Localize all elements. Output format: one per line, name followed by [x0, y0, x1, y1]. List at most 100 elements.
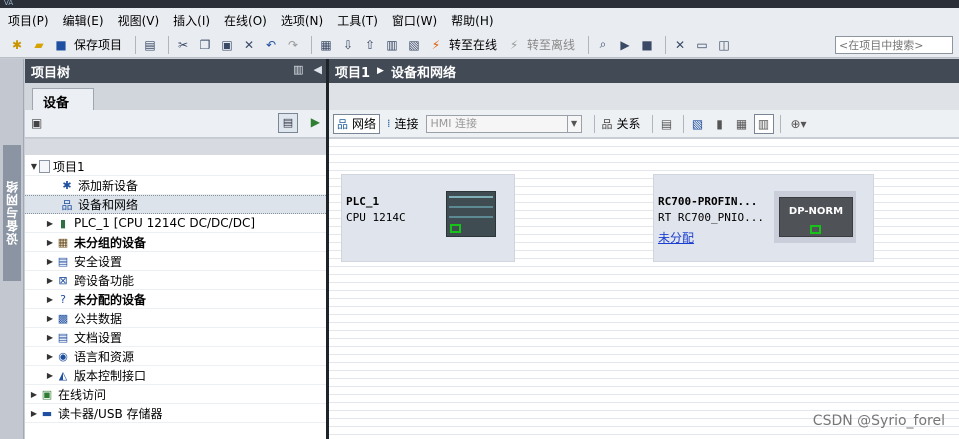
dp-norm-module[interactable]: DP-NORM: [779, 197, 853, 237]
profinet-port-icon[interactable]: [450, 224, 461, 233]
network-canvas[interactable]: PLC_1 CPU 1214C RC700-PROFIN... RT RC700…: [329, 139, 959, 439]
cross-reference-icon[interactable]: ✕: [671, 36, 689, 54]
breadcrumb-project[interactable]: 项目1: [335, 62, 370, 81]
collapsed-arrow-icon[interactable]: ▶: [45, 371, 55, 380]
connection-mode-button[interactable]: ⁞ 连接: [384, 114, 422, 134]
project-tree-tabs: 设备: [25, 83, 326, 111]
tree-item-unassigned-devices[interactable]: ▶ ? 未分配的设备: [25, 290, 326, 309]
start-cpu-icon[interactable]: ▶: [616, 36, 634, 54]
unassigned-link[interactable]: 未分配: [658, 229, 694, 246]
device-rc700[interactable]: RC700-PROFIN... RT RC700_PNIO... 未分配 DP-…: [653, 174, 874, 262]
expanded-arrow-icon[interactable]: ▼: [29, 162, 39, 171]
tree-item-card-reader[interactable]: ▶ ▬ 读卡器/USB 存储器: [25, 404, 326, 423]
new-project-icon[interactable]: ✱: [8, 36, 26, 54]
table-view-icon[interactable]: ▥: [753, 113, 774, 134]
profinet-port-icon[interactable]: [810, 225, 821, 234]
copy-icon[interactable]: ❐: [196, 36, 214, 54]
connection-type-select[interactable]: HMI 连接 ▼: [425, 114, 582, 133]
relation-button[interactable]: 品 关系: [599, 114, 644, 134]
collapsed-arrow-icon[interactable]: ▶: [29, 409, 39, 418]
menu-online[interactable]: 在线(O): [224, 12, 267, 29]
plc-module-icon[interactable]: [446, 191, 496, 237]
toolbar-separator: [665, 35, 667, 54]
online-config-icon[interactable]: ▧: [405, 36, 423, 54]
menu-window[interactable]: 窗口(W): [392, 12, 437, 29]
device-type: RT RC700_PNIO...: [658, 211, 764, 224]
tree-item-common-data[interactable]: ▶ ▩ 公共数据: [25, 309, 326, 328]
overview-view-icon[interactable]: ▤: [278, 113, 298, 133]
download-icon[interactable]: ⇩: [339, 36, 357, 54]
device-plc[interactable]: PLC_1 CPU 1214C: [341, 174, 515, 262]
toolbar-separator: [651, 114, 653, 133]
chevron-down-icon: ▼: [566, 115, 581, 132]
menu-tools[interactable]: 工具(T): [337, 12, 378, 29]
tree-item-cross-device[interactable]: ▶ ⊠ 跨设备功能: [25, 271, 326, 290]
version-control-icon: ◭: [58, 368, 68, 382]
collapse-panel-icon[interactable]: ◀: [314, 63, 322, 76]
menu-view[interactable]: 视图(V): [118, 12, 160, 29]
page-break-icon[interactable]: ▮: [710, 114, 730, 134]
paste-icon[interactable]: ▣: [218, 36, 236, 54]
collapsed-arrow-icon[interactable]: ▶: [45, 219, 55, 228]
simulation-icon[interactable]: ▥: [383, 36, 401, 54]
connection-icon: ⁞: [387, 117, 391, 130]
menu-project[interactable]: 项目(P): [8, 12, 49, 29]
go-offline-icon[interactable]: ⚡: [505, 36, 523, 54]
go-online-button[interactable]: 转至在线: [449, 36, 497, 53]
go-offline-button[interactable]: 转至离线: [527, 36, 575, 53]
tree-item-version-control[interactable]: ▶ ◭ 版本控制接口: [25, 366, 326, 385]
save-project-button[interactable]: 保存项目: [74, 36, 122, 53]
accessible-devices-icon[interactable]: ⌕: [594, 36, 612, 54]
menu-edit[interactable]: 编辑(E): [63, 12, 104, 29]
collapsed-arrow-icon[interactable]: ▶: [45, 333, 55, 342]
show-addresses-icon[interactable]: ▧: [688, 114, 708, 134]
toolbar-separator: [588, 35, 590, 54]
redo-icon[interactable]: ↷: [284, 36, 302, 54]
network-mode-button[interactable]: 品 网络: [333, 113, 381, 134]
tree-item-add-device[interactable]: ✱ 添加新设备: [25, 176, 326, 195]
view-options-icon[interactable]: ▣: [31, 116, 42, 130]
device-name-icon[interactable]: ▤: [657, 114, 677, 134]
collapsed-arrow-icon[interactable]: ▶: [45, 276, 55, 285]
zoom-icon[interactable]: ⊕▾: [785, 114, 813, 134]
collapsed-arrow-icon[interactable]: ▶: [29, 390, 39, 399]
project-search-input[interactable]: [835, 36, 953, 54]
go-online-icon[interactable]: ⚡: [427, 36, 445, 54]
collapsed-arrow-icon[interactable]: ▶: [45, 295, 55, 304]
title-bar: VA: [0, 0, 959, 8]
cut-icon[interactable]: ✂: [174, 36, 192, 54]
panel-pin-icon[interactable]: ▥: [293, 63, 303, 76]
cross-device-icon: ⊠: [58, 273, 68, 287]
tree-item-document-settings[interactable]: ▶ ▤ 文档设置: [25, 328, 326, 347]
tree-item-devices-networks[interactable]: 品 设备和网络: [25, 195, 326, 214]
split-vertical-icon[interactable]: ◫: [715, 36, 733, 54]
undo-icon[interactable]: ↶: [262, 36, 280, 54]
menu-insert[interactable]: 插入(I): [173, 12, 210, 29]
relation-icon: 品: [601, 117, 613, 131]
stop-cpu-icon[interactable]: ■: [638, 36, 656, 54]
save-icon[interactable]: ■: [52, 36, 70, 54]
upload-icon[interactable]: ⇧: [361, 36, 379, 54]
collapsed-arrow-icon[interactable]: ▶: [45, 257, 55, 266]
tree-item-ungrouped-devices[interactable]: ▶ ▦ 未分组的设备: [25, 233, 326, 252]
menu-options[interactable]: 选项(N): [281, 12, 323, 29]
compile-icon[interactable]: ▦: [317, 36, 335, 54]
grid-icon[interactable]: ▦: [732, 114, 752, 134]
collapsed-arrow-icon[interactable]: ▶: [45, 238, 55, 247]
menu-help[interactable]: 帮助(H): [451, 12, 493, 29]
tree-spacer: [25, 139, 326, 155]
tree-item-plc[interactable]: ▶ ▮ PLC_1 [CPU 1214C DC/DC/DC]: [25, 214, 326, 233]
side-tab-devices-networks[interactable]: 设备与网络: [3, 145, 21, 281]
show-details-icon[interactable]: ▶: [311, 115, 320, 129]
delete-icon[interactable]: ✕: [240, 36, 258, 54]
tree-item-security[interactable]: ▶ ▤ 安全设置: [25, 252, 326, 271]
tree-item-online-access[interactable]: ▶ ▣ 在线访问: [25, 385, 326, 404]
tree-item-project[interactable]: ▼ 项目1: [25, 157, 326, 176]
collapsed-arrow-icon[interactable]: ▶: [45, 352, 55, 361]
split-horizontal-icon[interactable]: ▭: [693, 36, 711, 54]
print-icon[interactable]: ▤: [141, 36, 159, 54]
tab-devices[interactable]: 设备: [32, 88, 94, 111]
open-project-icon[interactable]: ▰: [30, 36, 48, 54]
collapsed-arrow-icon[interactable]: ▶: [45, 314, 55, 323]
tree-item-languages-resources[interactable]: ▶ ◉ 语言和资源: [25, 347, 326, 366]
